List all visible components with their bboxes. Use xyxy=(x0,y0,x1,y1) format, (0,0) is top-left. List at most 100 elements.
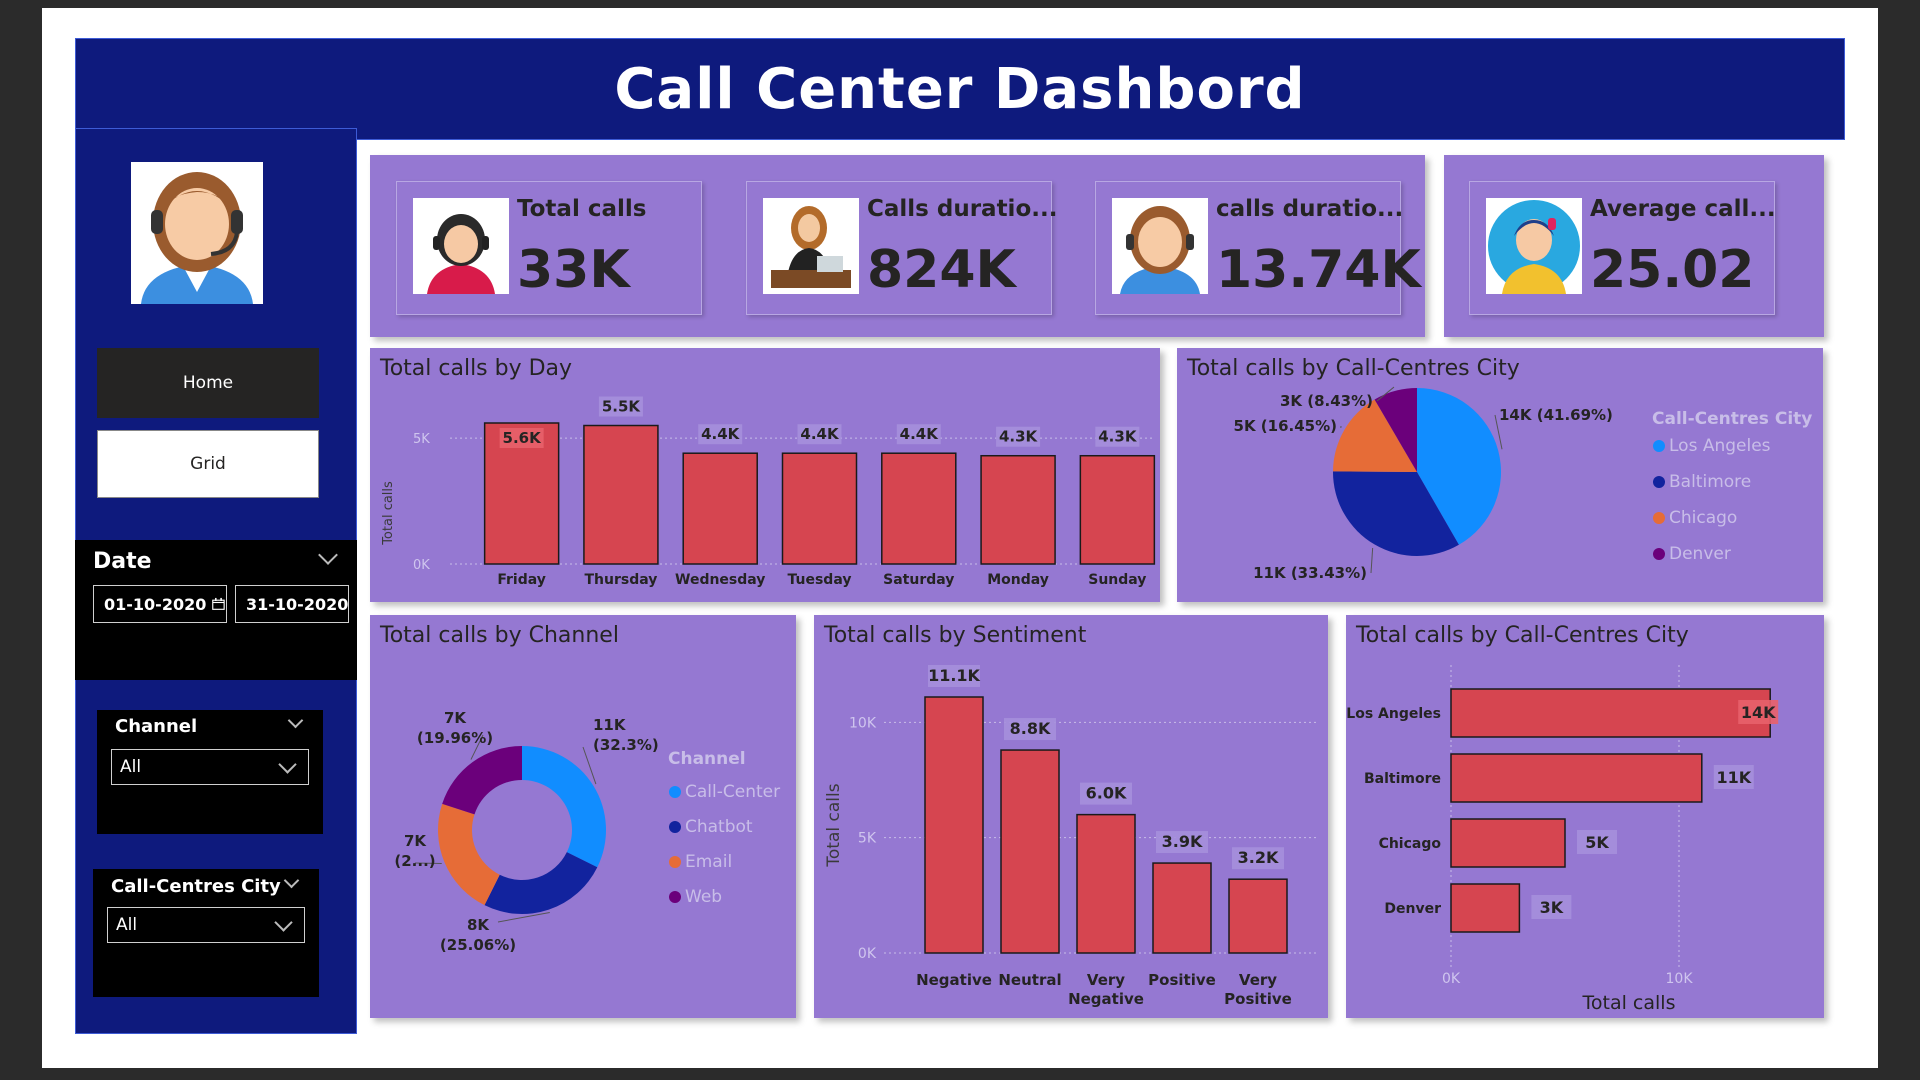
legend-item: Call-Center xyxy=(685,782,780,802)
data-label: 3.2K xyxy=(1238,848,1279,867)
y-tick-label: Baltimore xyxy=(1364,771,1441,787)
kpi-label: Total calls xyxy=(517,196,647,222)
y-tick-label: Los Angeles xyxy=(1346,706,1441,722)
y-axis-label: Total calls xyxy=(824,783,844,867)
x-tick-label: Very xyxy=(1239,971,1277,989)
date-start-value: 01-10-2020 xyxy=(104,594,207,614)
kpi-value: 25.02 xyxy=(1590,240,1755,300)
data-label: (2...) xyxy=(394,852,435,870)
chevron-down-icon[interactable] xyxy=(278,755,297,774)
kpi-label: Average call... xyxy=(1590,196,1776,222)
channel-select-value: All xyxy=(120,757,142,777)
bar xyxy=(1450,883,1521,933)
data-label: 8K xyxy=(467,916,490,934)
calls-by-channel-panel: Total calls by Channel 11K (32.3%) 8K (25.0… xyxy=(370,615,796,1018)
kpi-card-total-calls: Total calls 33K xyxy=(396,181,702,315)
agent-avatar xyxy=(131,162,263,304)
x-tick-label: Wednesday xyxy=(675,572,765,588)
legend-marker xyxy=(1653,548,1665,560)
calls-by-sentiment-panel: Total calls by Sentiment 0K 5K 10K Total ca… xyxy=(814,615,1328,1018)
legend-marker xyxy=(669,891,681,903)
bar xyxy=(1076,813,1136,954)
x-tick-label: Saturday xyxy=(883,572,954,588)
x-tick-label: Positive xyxy=(1224,990,1292,1008)
bar xyxy=(1450,688,1771,738)
legend-item: Email xyxy=(685,852,732,872)
data-label: 3K xyxy=(1540,898,1564,917)
bar xyxy=(1228,878,1288,954)
y-tick-label: Chicago xyxy=(1379,836,1442,852)
agent-avatar-icon xyxy=(131,162,263,304)
city-select[interactable]: All xyxy=(107,907,305,943)
x-tick-label: Sunday xyxy=(1088,572,1146,588)
agent-headset-icon xyxy=(413,198,509,294)
home-button[interactable]: Home xyxy=(97,348,319,418)
calls-by-channel-chart: 11K (32.3%) 8K (25.06%) 7K (2...) 7K (19.96%) Ch… xyxy=(394,709,780,954)
kpi-value: 824K xyxy=(867,240,1016,300)
data-label: 3K (8.43%) xyxy=(1280,392,1373,410)
data-label: (32.3%) xyxy=(593,736,659,754)
agent-headset-icon xyxy=(1112,198,1208,294)
bar xyxy=(1000,749,1060,954)
leader-line xyxy=(1370,547,1374,574)
donut-slice xyxy=(484,852,598,914)
legend-marker xyxy=(1653,512,1665,524)
date-end-field[interactable]: 31-10-2020 xyxy=(235,585,349,623)
data-label: (19.96%) xyxy=(417,729,493,747)
date-start-field[interactable]: 01-10-2020 xyxy=(93,585,227,623)
bar xyxy=(682,452,758,565)
data-label: 4.4K xyxy=(701,425,741,443)
page-title: Call Center Dashbord xyxy=(614,56,1306,122)
data-label: 7K xyxy=(404,832,427,850)
calls-by-day-panel: Total calls by Day 5K 0K Total calls 5.6K Fr… xyxy=(370,348,1160,602)
city-slicer-title: Call-Centres City xyxy=(111,876,281,897)
x-tick-label: Negative xyxy=(1068,990,1144,1008)
data-label: 11K xyxy=(1716,768,1751,787)
x-tick-label: Very xyxy=(1087,971,1125,989)
bar xyxy=(781,452,858,565)
calls-by-day-chart: 5K 0K Total calls 5.6K Friday 5.5K Thursday 4.4… xyxy=(381,396,1156,588)
city-select-value: All xyxy=(116,915,138,935)
bar xyxy=(1450,753,1703,803)
legend-item: Chatbot xyxy=(685,817,753,837)
kpi-value: 13.74K xyxy=(1216,240,1421,300)
calls-by-sentiment-chart: 0K 5K 10K Total calls 11.1K Negative 8.8K Neutr… xyxy=(824,665,1319,1008)
calendar-icon[interactable] xyxy=(212,596,226,612)
y-tick-label: 5K xyxy=(858,831,877,847)
date-slicer-title: Date xyxy=(93,549,152,574)
grid-button[interactable]: Grid xyxy=(97,430,319,498)
data-label: 4.4K xyxy=(800,425,840,443)
donut-slice xyxy=(522,746,606,868)
donut-slice xyxy=(438,803,500,906)
legend-marker xyxy=(1653,440,1665,452)
channel-select[interactable]: All xyxy=(111,749,309,785)
chevron-down-icon[interactable] xyxy=(274,913,293,932)
legend-marker xyxy=(669,786,681,798)
x-axis-label: Total calls xyxy=(1582,992,1676,1014)
data-label: 5.5K xyxy=(602,398,642,416)
bar xyxy=(924,696,984,954)
x-tick-label: Positive xyxy=(1148,971,1216,989)
data-label: 4.3K xyxy=(1098,428,1138,446)
legend-item: Baltimore xyxy=(1669,472,1751,492)
data-label: (25.06%) xyxy=(440,936,516,954)
legend-item: Web xyxy=(685,887,722,907)
x-tick-label: Tuesday xyxy=(788,572,852,588)
dashboard-header: Call Center Dashbord xyxy=(75,38,1845,140)
data-label: 4.3K xyxy=(999,428,1039,446)
calls-by-city-bar-chart: 0K 10K Total calls Los Angeles 14K Baltimore 1… xyxy=(1346,665,1779,1014)
data-label: 3.9K xyxy=(1162,832,1203,851)
x-tick-label: 0K xyxy=(1442,971,1461,987)
data-label: 5K (16.45%) xyxy=(1234,417,1337,435)
kpi-card-average-call: Average call... 25.02 xyxy=(1469,181,1776,315)
bar xyxy=(1450,818,1566,868)
y-tick-label: 0K xyxy=(413,558,430,573)
bar xyxy=(1079,454,1156,565)
legend-title: Channel xyxy=(668,749,746,769)
data-label: 8.8K xyxy=(1010,719,1051,738)
data-label: 11K xyxy=(593,716,627,734)
bar xyxy=(881,452,957,565)
date-end-value: 31-10-2020 xyxy=(246,594,349,614)
data-label: 6.0K xyxy=(1086,784,1127,803)
data-label: 14K (41.69%) xyxy=(1499,406,1613,424)
